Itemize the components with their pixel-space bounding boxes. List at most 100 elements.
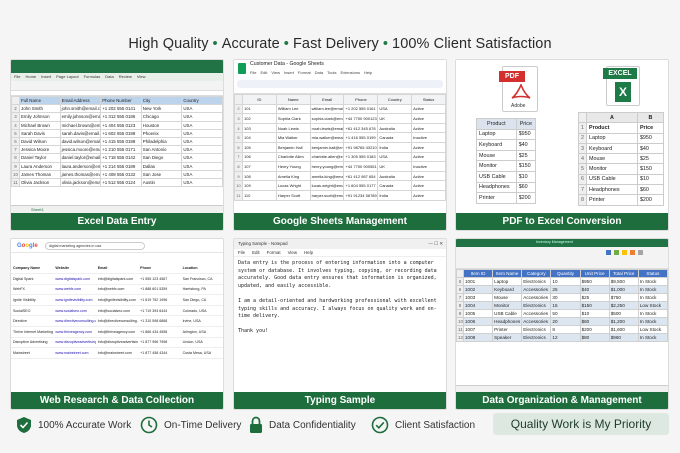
table-row: Thrive Internet Marketing www.thriveagenc… [11, 326, 223, 338]
inventory-window-title: Inventory Management [536, 240, 573, 244]
headline-separator: • [382, 36, 389, 52]
table-row: 11Olivia Jacksonolivia.jackson@email.com… [11, 177, 223, 188]
excel-screenshot: File Home Insert Page Layout Formulas Data Rev… [11, 60, 223, 213]
notepad-title-bar: Typing Sample - Notepad — ☐ ✕ [234, 239, 446, 249]
table-cell: +44 7700 900551 [343, 161, 379, 172]
table-cell: James Thomas [19, 169, 61, 179]
table-cell: San Diego [140, 153, 183, 163]
table-row: USB Cable $10 [476, 170, 537, 183]
row-number: 10 [234, 180, 243, 191]
sheets-menu-item: Tools [327, 70, 337, 75]
column-header: Email [95, 263, 139, 275]
table-cell: Canada [377, 180, 413, 191]
column-header: Name [275, 94, 311, 105]
table-cell: Daniel Taylor [19, 153, 61, 163]
table-row: Mouse $25 [476, 149, 537, 162]
table-cell: 1007 [462, 325, 494, 334]
table-cell: Philadelphia [140, 136, 183, 147]
table-cell: $200 [515, 192, 537, 204]
notepad-title: Typing Sample - Notepad [238, 241, 288, 246]
sheets-menu: File Edit View Insert Format Data Tools Extensi… [250, 70, 372, 75]
table-cell: 107 [242, 161, 277, 172]
column-header: Status [637, 269, 668, 278]
adobe-icon [511, 84, 531, 99]
excel-tab: Page Layout [56, 74, 79, 79]
table-cell: Electronics [521, 277, 552, 286]
sheets-screenshot: Customer Data - Google Sheets File Edit Vi… [234, 60, 446, 213]
table-cell: USA [181, 104, 223, 114]
table-cell: Headphones [476, 181, 517, 194]
table-cell: Headphones [492, 317, 523, 326]
table-cell: +1 619 752 1996 [138, 294, 181, 306]
notepad-menu: File Edit Format View Help [234, 249, 446, 257]
headline-part: Fast Delivery [292, 36, 379, 52]
search-input: digital marketing agencies in usa [45, 242, 145, 250]
column-letter-row: AB [578, 111, 665, 124]
row-number: 7 [11, 145, 20, 155]
table-cell: Inactive [411, 132, 446, 143]
row-number: 12 [456, 333, 464, 342]
table-cell: $1,600 [608, 325, 639, 334]
card-caption: Data Organization & Management [456, 392, 668, 409]
table-cell: UK [377, 113, 413, 124]
clock-icon [140, 416, 158, 434]
table-cell: +1 312 555 0186 [100, 112, 142, 122]
table-cell: UK [377, 161, 413, 172]
table-cell: Austin [140, 177, 183, 188]
table-row: Laptop $950 [476, 128, 537, 141]
column-header: Email Address [59, 95, 102, 106]
pdf-table: Product Price Laptop $950 Keyboard $40 Mouse $2… [476, 118, 537, 204]
table-row: 7 Headphones $60 [578, 184, 665, 196]
table-cell: Keyboard [586, 142, 638, 155]
table-cell: Canada [377, 132, 413, 143]
table-cell: Chicago [140, 112, 183, 122]
row-number: 9 [234, 170, 243, 182]
footer-item-satisfaction: Client Satisfaction [371, 416, 475, 434]
table-cell: Laptop [492, 277, 523, 286]
column-header: Unit Price [579, 269, 610, 278]
table-cell: +91 91234 56789 [343, 189, 379, 201]
table-cell: Houston [140, 120, 183, 130]
table-cell: david.wilson@email.com [59, 136, 102, 147]
notepad-menu-item: Format [266, 250, 281, 255]
column-header: Price [515, 118, 537, 130]
table-cell: Speaker [492, 333, 523, 342]
table-cell: +1 310 598 6868 [138, 315, 181, 328]
table-row: 7106Charlotte Allencharlotte.allen@email… [234, 151, 446, 163]
table-row: 2101William Leewilliam.lee@email.com+1 2… [234, 103, 446, 115]
card-data-organization: Inventory Management Item ID Item Name Cat… [455, 238, 669, 410]
table-cell: Active [411, 113, 446, 124]
table-cell: $10 [515, 170, 537, 183]
table-cell: San Francisco, CA [180, 273, 223, 285]
table-cell: Colorado, USA [180, 305, 223, 317]
table-cell: Mia Walker [275, 132, 311, 143]
table-cell: USA [181, 145, 223, 155]
column-header: Email [309, 94, 345, 105]
row-number: 3 [11, 112, 20, 122]
excel-toolbar [11, 81, 223, 91]
row-number: 2 [234, 103, 243, 115]
table-cell: $80 [579, 333, 610, 342]
table-cell: info@ignitevisibility.com [95, 294, 139, 306]
table-cell: Low Stock [637, 301, 668, 310]
table-cell: 1003 [462, 293, 494, 302]
table-cell: 25 [550, 285, 581, 294]
card-pdf-to-excel: PDF Adobe EXCEL X Product Price Laptop $950… [455, 59, 669, 231]
table-row: 3 Keyboard $40 [578, 142, 665, 155]
table-cell: Noah Lewis [275, 122, 311, 134]
table-row: 9108Amelia Kingamelia.king@email.com+61 … [234, 170, 446, 182]
table-row: Keyboard $40 [476, 139, 537, 151]
table-cell: $1,000 [608, 285, 639, 294]
sheets-doc-title: Customer Data - Google Sheets [250, 61, 324, 67]
table-cell: San Jose [140, 169, 183, 179]
table-cell: +1 877 956 7998 [138, 337, 181, 349]
table-row: 5104Mia Walkermia.walker@email.com+1 416… [234, 132, 446, 143]
table-cell: +1 604 555 0177 [343, 180, 379, 191]
card-sheets-management: Customer Data - Google Sheets File Edit Vi… [233, 59, 447, 231]
row-number: 9 [456, 309, 464, 318]
pdf-label: PDF [499, 71, 525, 82]
table-cell: +61 412 987 654 [343, 170, 379, 182]
table-cell: michael.brown@email.com [59, 120, 102, 130]
table-cell: Costa Mesa, USA [180, 347, 223, 359]
row-number: 5 [11, 128, 20, 138]
